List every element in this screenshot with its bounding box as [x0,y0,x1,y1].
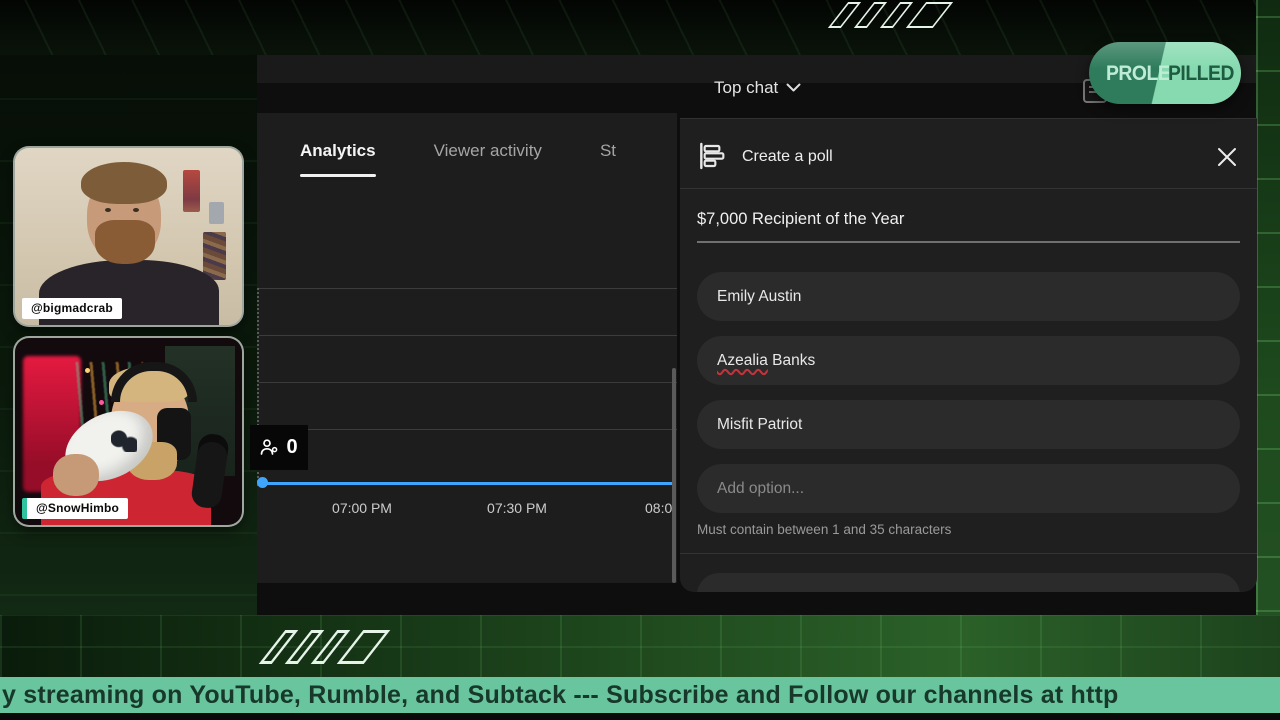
chart-gridline [259,335,677,336]
background-floor-grid [0,615,1280,680]
tab-label: Analytics [300,141,376,160]
close-icon[interactable] [1215,145,1239,169]
analytics-tab[interactable]: Viewer activity [434,141,542,161]
viewers-zero-line [259,482,675,485]
chart-gridline [259,429,677,430]
analytics-tab-bar: Analytics Viewer activity St [300,141,616,177]
poll-option-field[interactable]: Azealia Banks [697,336,1240,385]
poll-option-text: Misfit Patriot [717,415,803,433]
poll-option-field[interactable]: Misfit Patriot [697,400,1240,449]
bottom-ticker: y streaming on YouTube, Rumble, and Subt… [0,677,1280,713]
poll-add-option-field[interactable] [697,464,1240,513]
studio-window: Analytics Viewer activity St 07:00 PM 07… [250,55,1257,615]
cam2-person-hand [53,454,99,496]
badge-left-text: PROLE [1106,62,1171,85]
poll-icon [700,142,725,170]
chart-gridline [259,382,677,383]
cam2-light-dot [85,368,90,373]
tab-label: Viewer activity [433,141,542,160]
cam1-person-hair [81,162,167,204]
cam2-mug-logo [111,430,137,452]
poll-option-field[interactable]: Emily Austin [697,272,1240,321]
cam1-eye [105,208,111,212]
ticker-text: y streaming on YouTube, Rumble, and Subt… [2,681,1119,709]
time-axis-label: 07:00 PM [332,500,392,516]
poll-question-field[interactable]: $7,000 Recipient of the Year [697,210,904,229]
chevron-down-icon [786,83,801,92]
poll-option-text: Azealia Banks [717,351,816,369]
webcam-frame-bigmadcrab: @bigmadcrab [15,148,242,325]
add-option-input[interactable] [717,479,1220,498]
viewers-line-dot [257,477,268,488]
poll-option-text: Emily Austin [717,287,802,305]
handle-label-snowhimbo: @SnowHimbo [22,498,129,519]
analytics-tab[interactable]: St [600,141,616,161]
handle-label-bigmadcrab: @bigmadcrab [22,298,122,319]
below-ticker-strip [0,713,1280,720]
cam1-poster [209,202,224,224]
cam2-light-dot [99,400,104,405]
decorative-slashes-bottom [258,630,391,670]
cam1-poster [203,232,226,280]
chart-gridline [259,288,677,289]
viewers-icon [261,439,278,455]
cam1-person-beard [95,220,155,264]
webcam-frame-snowhimbo: @SnowHimbo [15,338,242,525]
dialog-divider [680,188,1257,189]
analytics-scrollbar[interactable] [672,368,676,583]
poll-dialog-title: Create a poll [742,148,833,165]
create-poll-dialog: Create a poll $7,000 Recipient of the Ye… [680,118,1257,592]
stream-overlay-stage: @bigmadcrab @SnowHimbo Analytics Viewer … [0,0,1280,720]
dialog-divider [680,553,1257,554]
prole-pilled-badge: PROLE PILLED [1089,42,1241,104]
top-chat-dropdown[interactable]: Top chat [714,78,801,98]
badge-right-text: PILLED [1168,62,1234,85]
time-axis-label: 07:30 PM [487,500,547,516]
poll-helper-text: Must contain between 1 and 35 characters [697,522,952,537]
concurrent-viewers-tooltip: 0 [250,425,308,470]
analytics-tab[interactable]: Analytics [300,141,376,177]
cam1-eye [133,208,139,212]
analytics-panel: Analytics Viewer activity St 07:00 PM 07… [257,113,677,583]
tab-label: St [599,141,616,160]
cam1-poster [183,170,200,212]
poll-clipped-field[interactable] [697,573,1240,592]
poll-question-underline [697,241,1240,243]
background-right-wall [1256,0,1280,720]
concurrent-viewers-count: 0 [286,436,298,458]
decorative-slashes-top [827,2,956,32]
top-chat-label: Top chat [714,78,779,97]
background-ceiling [0,0,1280,55]
